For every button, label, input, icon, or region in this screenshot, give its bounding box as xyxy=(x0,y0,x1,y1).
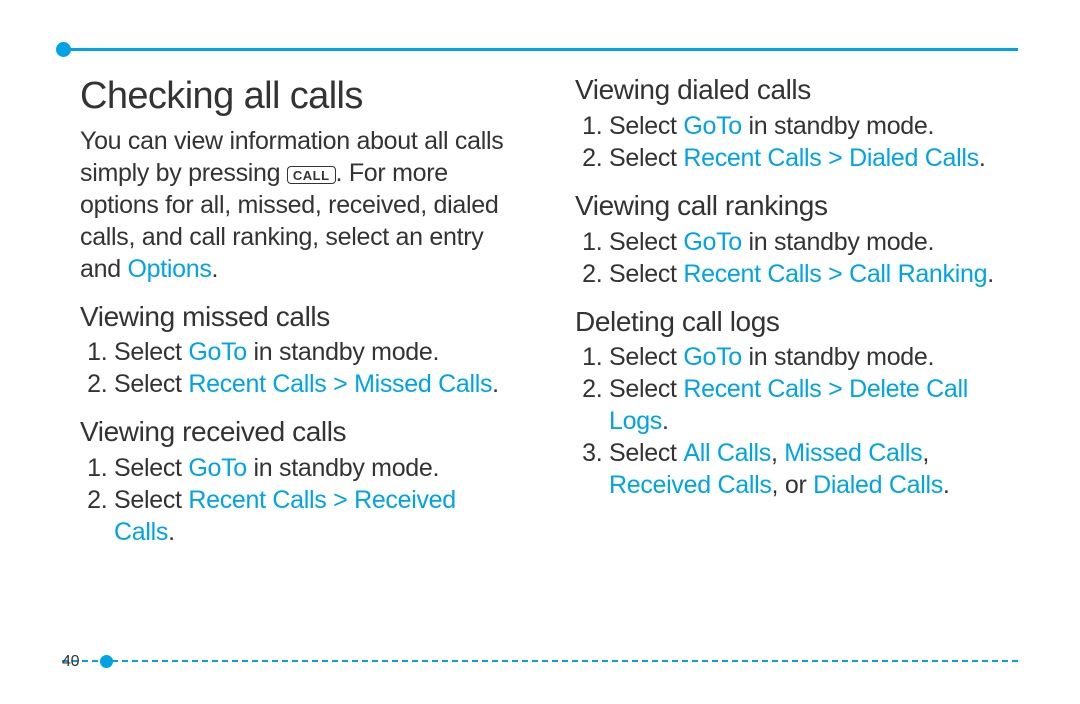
step-text: . xyxy=(943,471,950,499)
steps-missed: Select GoTo in standby mode. Select Rece… xyxy=(80,336,523,400)
goto-label: GoTo xyxy=(683,112,742,140)
step-text: Select xyxy=(609,375,683,403)
recent-calls-label: Recent Calls xyxy=(683,260,821,288)
steps-dialed: Select GoTo in standby mode. Select Rece… xyxy=(575,110,1018,174)
step-text: . xyxy=(662,407,669,435)
all-calls-label: All Calls xyxy=(683,439,771,467)
step-text: Select xyxy=(609,228,683,256)
goto-label: GoTo xyxy=(683,343,742,371)
step-text: Select xyxy=(114,338,188,366)
section-delete: Deleting call logs Select GoTo in standb… xyxy=(575,304,1018,502)
breadcrumb-sep: > xyxy=(821,375,849,403)
heading-rankings: Viewing call rankings xyxy=(575,188,1018,224)
heading-received: Viewing received calls xyxy=(80,414,523,450)
missed-calls-label: Missed Calls xyxy=(354,370,492,398)
step: Select Recent Calls > Dialed Calls. xyxy=(609,142,1018,174)
intro-text-3: . xyxy=(212,255,219,283)
step-text: in standby mode. xyxy=(742,343,934,371)
step: Select Recent Calls > Missed Calls. xyxy=(114,368,523,400)
section-rankings: Viewing call rankings Select GoTo in sta… xyxy=(575,188,1018,290)
breadcrumb-sep: > xyxy=(821,260,849,288)
breadcrumb-sep: > xyxy=(821,144,849,172)
options-label: Options xyxy=(127,255,211,283)
step-text: , xyxy=(771,439,784,467)
page-number: 40 xyxy=(62,653,79,671)
manual-page: Checking all calls You can view informat… xyxy=(0,0,1080,704)
step: Select Recent Calls > Call Ranking. xyxy=(609,258,1018,290)
step: Select GoTo in standby mode. xyxy=(609,110,1018,142)
step-text: . xyxy=(492,370,499,398)
steps-received: Select GoTo in standby mode. Select Rece… xyxy=(80,452,523,548)
step-text: Select xyxy=(609,343,683,371)
recent-calls-label: Recent Calls xyxy=(188,370,326,398)
step: Select GoTo in standby mode. xyxy=(114,452,523,484)
call-key-icon: CALL xyxy=(287,166,336,184)
step-text: in standby mode. xyxy=(742,228,934,256)
step-text: . xyxy=(168,518,175,546)
page-title: Checking all calls xyxy=(80,72,523,121)
step-text: Select xyxy=(609,260,683,288)
breadcrumb-sep: > xyxy=(326,370,354,398)
goto-label: GoTo xyxy=(188,338,247,366)
step: Select Recent Calls > Delete Call Logs. xyxy=(609,373,1018,437)
bottom-rule xyxy=(62,660,1018,662)
body-content: Checking all calls You can view informat… xyxy=(80,72,1018,634)
heading-missed: Viewing missed calls xyxy=(80,299,523,335)
step-text: . xyxy=(987,260,994,288)
steps-rankings: Select GoTo in standby mode. Select Rece… xyxy=(575,226,1018,290)
goto-label: GoTo xyxy=(188,454,247,482)
intro-paragraph: You can view information about all calls… xyxy=(80,125,523,285)
call-ranking-label: Call Ranking xyxy=(849,260,987,288)
dialed-calls-label: Dialed Calls xyxy=(813,471,943,499)
step: Select GoTo in standby mode. xyxy=(114,336,523,368)
step-text: Select xyxy=(609,112,683,140)
dialed-calls-label: Dialed Calls xyxy=(849,144,979,172)
step-text: , or xyxy=(772,471,814,499)
section-missed: Viewing missed calls Select GoTo in stan… xyxy=(80,299,523,401)
step: Select GoTo in standby mode. xyxy=(609,226,1018,258)
step-text: , xyxy=(922,439,929,467)
top-rule xyxy=(62,48,1018,51)
step-text: Select xyxy=(609,144,683,172)
recent-calls-label: Recent Calls xyxy=(188,486,326,514)
step-text: Select xyxy=(114,454,188,482)
step-text: Select xyxy=(114,486,188,514)
section-dialed: Viewing dialed calls Select GoTo in stan… xyxy=(575,72,1018,174)
step-text: in standby mode. xyxy=(742,112,934,140)
step-text: Select xyxy=(114,370,188,398)
heading-delete: Deleting call logs xyxy=(575,304,1018,340)
step: Select Recent Calls > Received Calls. xyxy=(114,484,523,548)
breadcrumb-sep: > xyxy=(326,486,354,514)
step: Select All Calls, Missed Calls, Received… xyxy=(609,437,1018,501)
heading-dialed: Viewing dialed calls xyxy=(575,72,1018,108)
received-calls-label: Received Calls xyxy=(609,471,772,499)
recent-calls-label: Recent Calls xyxy=(683,375,821,403)
section-received: Viewing received calls Select GoTo in st… xyxy=(80,414,523,548)
top-rule-dot-icon xyxy=(56,42,71,57)
bottom-rule-dot-icon xyxy=(100,655,113,668)
recent-calls-label: Recent Calls xyxy=(683,144,821,172)
steps-delete: Select GoTo in standby mode. Select Rece… xyxy=(575,341,1018,501)
missed-calls-label: Missed Calls xyxy=(784,439,922,467)
step-text: Select xyxy=(609,439,683,467)
step-text: in standby mode. xyxy=(247,454,439,482)
step-text: in standby mode. xyxy=(247,338,439,366)
step-text: . xyxy=(979,144,986,172)
step: Select GoTo in standby mode. xyxy=(609,341,1018,373)
goto-label: GoTo xyxy=(683,228,742,256)
